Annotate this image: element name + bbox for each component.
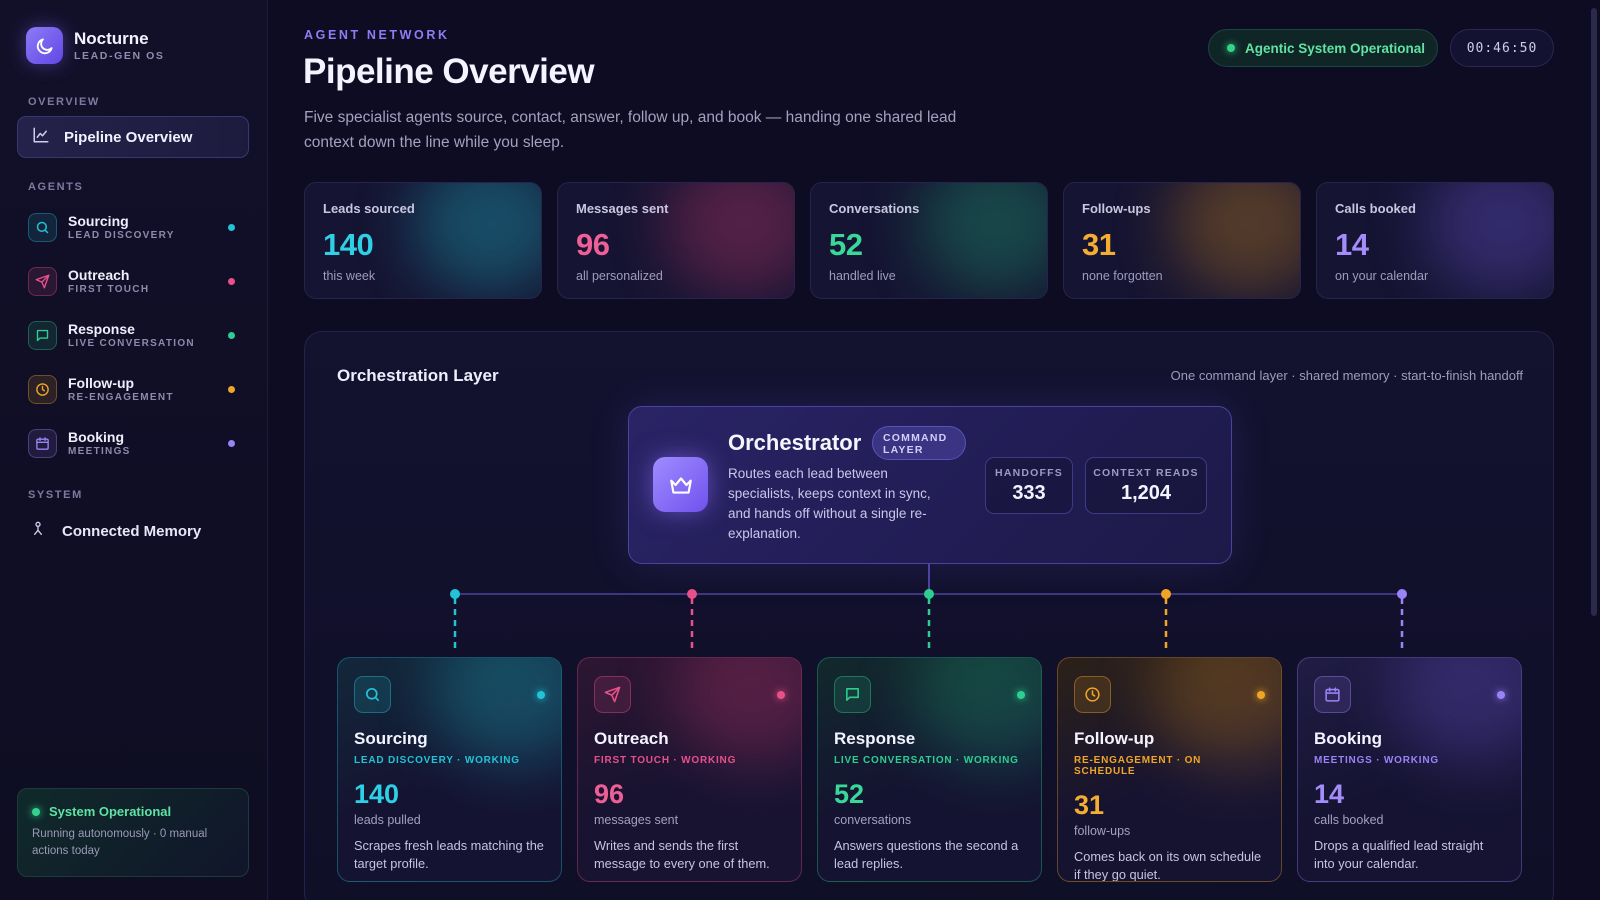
page-scrollbar[interactable] [1591, 8, 1597, 616]
status-dot [1497, 691, 1505, 699]
node-follow-up [1161, 589, 1171, 599]
agent-card-description: Answers questions the second a lead repl… [834, 838, 1019, 871]
agent-card-unit: leads pulled [354, 813, 421, 827]
agent-card-name: Response [834, 729, 916, 748]
card-glow [1151, 658, 1281, 768]
agent-card-value: 96 [594, 779, 625, 809]
status-dot [1017, 691, 1025, 699]
chat-icon [834, 676, 871, 713]
agent-card-status: LIVE CONVERSATION · WORKING [834, 755, 1019, 766]
node-sourcing [450, 589, 460, 599]
agent-card-name: Follow-up [1074, 729, 1155, 748]
agent-card-name: Sourcing [354, 729, 428, 748]
status-dot [1257, 691, 1265, 699]
agent-card-sourcing[interactable]: Sourcing LEAD DISCOVERY · WORKING 140 le… [337, 657, 562, 882]
agent-card-name: Booking [1314, 729, 1382, 748]
send-icon [594, 676, 631, 713]
clock-icon [1074, 676, 1111, 713]
agent-card-description: Drops a qualified lead straight into you… [1314, 838, 1484, 871]
agent-card-name: Outreach [594, 729, 669, 748]
agent-card-unit: conversations [834, 813, 912, 827]
agent-card-unit: messages sent [594, 813, 679, 827]
agent-card-value: 31 [1074, 790, 1105, 820]
card-glow [431, 658, 561, 768]
agent-card-description: Scrapes fresh leads matching the target … [354, 838, 544, 871]
agent-card-status: FIRST TOUCH · WORKING [594, 755, 737, 766]
card-glow [1391, 658, 1521, 768]
agent-card-value: 14 [1314, 779, 1345, 809]
agent-card-response[interactable]: Response LIVE CONVERSATION · WORKING 52 … [817, 657, 1042, 882]
agent-card-booking[interactable]: Booking MEETINGS · WORKING 14 calls book… [1297, 657, 1522, 882]
agent-card-description: Comes back on its own schedule if they g… [1074, 849, 1262, 882]
agent-card-description: Writes and sends the first message to ev… [594, 838, 770, 871]
agent-card-value: 140 [354, 779, 400, 809]
node-booking [1397, 589, 1407, 599]
agent-card-unit: calls booked [1314, 813, 1384, 827]
search-icon [354, 676, 391, 713]
node-response [924, 589, 934, 599]
card-glow [671, 658, 801, 768]
agent-card-value: 52 [834, 779, 865, 809]
agent-card-unit: follow-ups [1074, 824, 1131, 838]
agent-card-status: LEAD DISCOVERY · WORKING [354, 755, 520, 766]
calendar-icon [1314, 676, 1351, 713]
status-dot [537, 691, 545, 699]
agent-card-status: MEETINGS · WORKING [1314, 755, 1439, 766]
agent-card-status: RE-ENGAGEMENT · ON SCHEDULE [1074, 755, 1202, 777]
agent-card-follow-up[interactable]: Follow-up RE-ENGAGEMENT · ON SCHEDULE 31… [1057, 657, 1282, 882]
status-dot [777, 691, 785, 699]
card-glow [911, 658, 1041, 768]
agent-card-outreach[interactable]: Outreach FIRST TOUCH · WORKING 96 messag… [577, 657, 802, 882]
node-outreach [687, 589, 697, 599]
